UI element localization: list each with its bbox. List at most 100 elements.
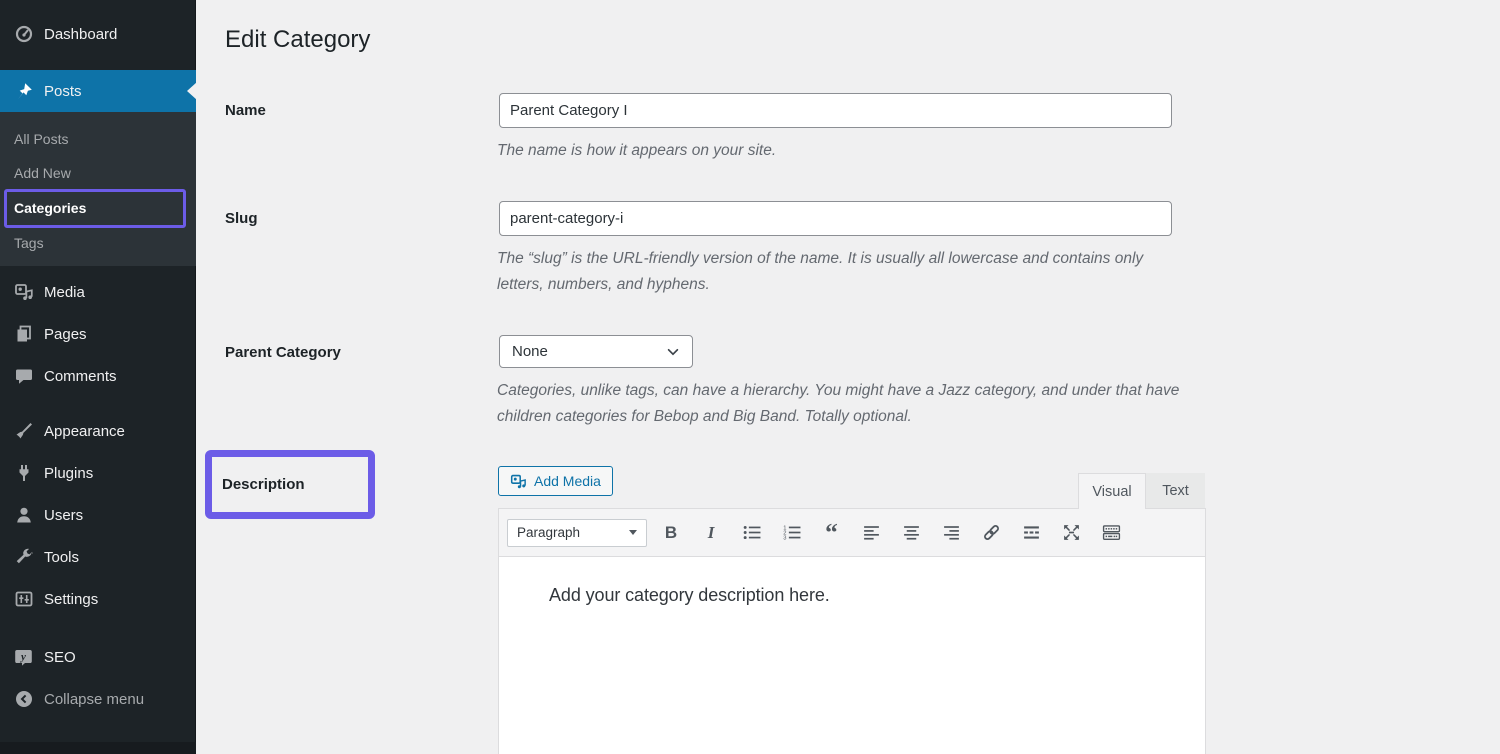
name-help-text: The name is how it appears on your site. (497, 138, 776, 164)
link-button[interactable] (977, 519, 1005, 547)
sidebar-item-label: Users (44, 507, 83, 524)
sidebar-item-media[interactable]: Media (0, 271, 196, 313)
description-label: Description (222, 476, 305, 493)
sidebar-item-appearance[interactable]: Appearance (0, 410, 196, 452)
bulleted-list-icon (742, 523, 761, 542)
name-label: Name (225, 102, 266, 119)
editor-content-area[interactable]: Add your category description here. (499, 557, 1205, 754)
sidebar-item-label: Media (44, 284, 85, 301)
toolbar-buttons: B I 1 2 3 (657, 519, 1125, 547)
add-media-label: Add Media (534, 473, 601, 489)
parent-category-selected-value: None (512, 343, 548, 360)
sidebar-item-label: Plugins (44, 465, 93, 482)
dashboard-icon (14, 24, 34, 44)
parent-category-select[interactable]: None (499, 335, 693, 368)
paragraph-format-select[interactable]: Paragraph (507, 519, 647, 547)
add-media-button[interactable]: Add Media (498, 466, 613, 496)
sidebar-item-comments[interactable]: Comments (0, 355, 196, 397)
sidebar-item-label: All Posts (14, 131, 68, 147)
svg-text:“: “ (825, 523, 838, 542)
sidebar-item-label: Settings (44, 591, 98, 608)
sidebar-item-users[interactable]: Users (0, 494, 196, 536)
chevron-down-icon (666, 345, 680, 359)
editor-toolbar: Paragraph B I (499, 509, 1205, 557)
fullscreen-icon (1062, 523, 1081, 542)
fullscreen-button[interactable] (1057, 519, 1085, 547)
sidebar-item-tags[interactable]: Tags (0, 226, 196, 260)
main-content: Edit Category Name The name is how it ap… (197, 0, 1500, 754)
parent-category-label: Parent Category (225, 344, 341, 361)
slug-label: Slug (225, 210, 258, 227)
align-center-button[interactable] (897, 519, 925, 547)
admin-sidebar: Dashboard Posts All Posts Add New Catego… (0, 0, 196, 754)
tools-icon (14, 547, 34, 567)
settings-icon (14, 589, 34, 609)
slug-input[interactable] (499, 201, 1172, 236)
sidebar-item-label: Dashboard (44, 26, 117, 43)
sidebar-item-label: Pages (44, 326, 87, 343)
users-icon (14, 505, 34, 525)
read-more-tag-icon (1022, 523, 1041, 542)
comments-icon (14, 366, 34, 386)
sidebar-item-dashboard[interactable]: Dashboard (0, 13, 196, 55)
parent-category-help-text: Categories, unlike tags, can have a hier… (497, 378, 1182, 430)
media-icon (14, 282, 34, 302)
page-title: Edit Category (225, 26, 370, 54)
blockquote-button[interactable]: “ (817, 519, 845, 547)
tab-label: Text (1162, 483, 1189, 499)
editor-content-text: Add your category description here. (549, 585, 1155, 606)
pages-icon (14, 324, 34, 344)
tab-visual[interactable]: Visual (1078, 473, 1146, 509)
align-center-icon (902, 523, 921, 542)
appearance-icon (14, 421, 34, 441)
format-select-value: Paragraph (517, 525, 580, 540)
bulleted-list-button[interactable] (737, 519, 765, 547)
sidebar-item-label: Categories (14, 200, 86, 216)
yoast-seo-icon: y (14, 647, 34, 667)
bold-icon: B (665, 523, 677, 543)
sidebar-item-label: Posts (44, 83, 82, 100)
sidebar-item-label: SEO (44, 649, 76, 666)
align-left-icon (862, 523, 881, 542)
sidebar-item-label: Appearance (44, 423, 125, 440)
svg-text:y: y (19, 651, 26, 663)
align-right-button[interactable] (937, 519, 965, 547)
keyboard-shortcuts-button[interactable] (1097, 519, 1125, 547)
align-right-icon (942, 523, 961, 542)
tab-label: Visual (1092, 484, 1131, 500)
align-left-button[interactable] (857, 519, 885, 547)
add-media-icon (510, 473, 527, 490)
plugins-icon (14, 463, 34, 483)
keyboard-icon (1102, 523, 1121, 542)
sidebar-item-label: Collapse menu (44, 691, 144, 708)
sidebar-item-label: Add New (14, 165, 71, 181)
sidebar-item-label: Comments (44, 368, 117, 385)
bold-button[interactable]: B (657, 519, 685, 547)
sidebar-item-settings[interactable]: Settings (0, 578, 196, 620)
numbered-list-icon: 1 2 3 (782, 523, 801, 542)
slug-help-text: The “slug” is the URL-friendly version o… (497, 246, 1157, 298)
caret-down-icon (629, 530, 637, 539)
numbered-list-button[interactable]: 1 2 3 (777, 519, 805, 547)
description-editor: Paragraph B I (498, 508, 1206, 754)
sidebar-item-add-new[interactable]: Add New (0, 156, 196, 190)
italic-icon: I (708, 523, 715, 543)
italic-button[interactable]: I (697, 519, 725, 547)
tab-text[interactable]: Text (1146, 473, 1205, 509)
link-icon (982, 523, 1001, 542)
sidebar-item-all-posts[interactable]: All Posts (0, 122, 196, 156)
collapse-menu-button[interactable]: Collapse menu (0, 678, 196, 720)
sidebar-item-posts[interactable]: Posts (0, 70, 196, 112)
read-more-tag-button[interactable] (1017, 519, 1045, 547)
sidebar-item-tools[interactable]: Tools (0, 536, 196, 578)
sidebar-item-plugins[interactable]: Plugins (0, 452, 196, 494)
collapse-arrow-icon (14, 689, 34, 709)
svg-text:3: 3 (783, 535, 786, 541)
sidebar-bottom-strip (0, 742, 196, 754)
pushpin-icon (14, 81, 34, 101)
posts-submenu: All Posts Add New Categories Tags (0, 112, 196, 266)
sidebar-item-pages[interactable]: Pages (0, 313, 196, 355)
sidebar-item-seo[interactable]: y SEO (0, 636, 196, 678)
name-input[interactable] (499, 93, 1172, 128)
sidebar-item-categories[interactable]: Categories (0, 191, 196, 225)
